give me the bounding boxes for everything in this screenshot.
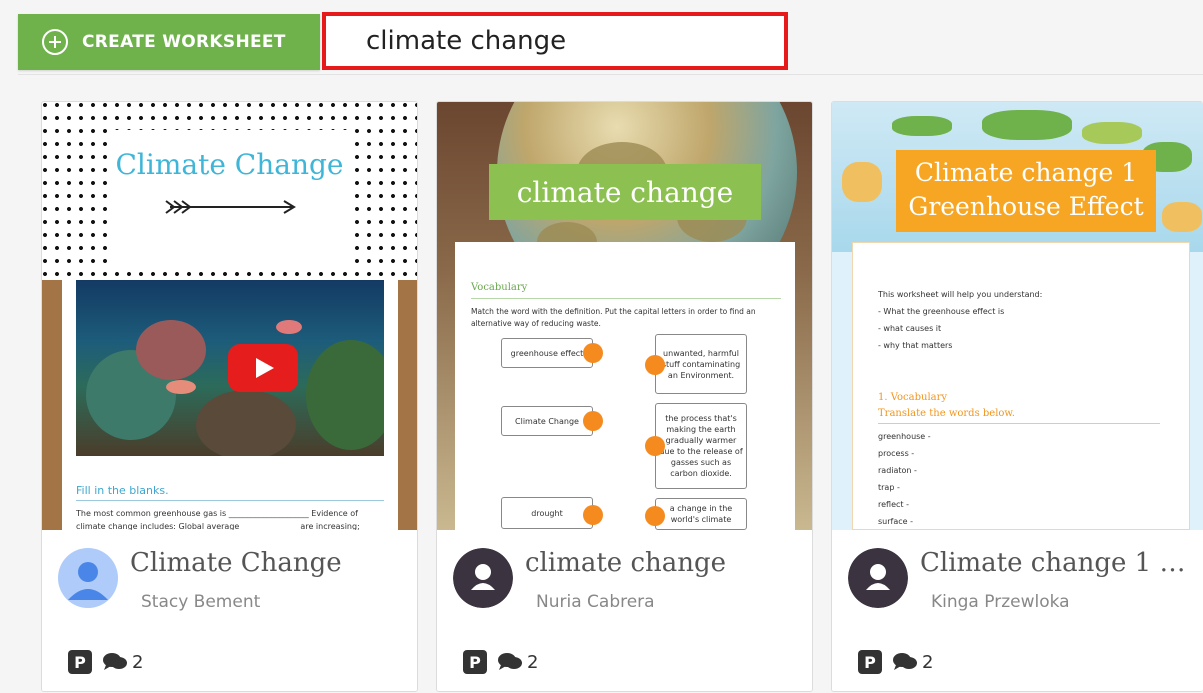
match-dot[interactable] xyxy=(583,343,603,363)
match-dot[interactable] xyxy=(645,355,665,375)
comment-count: 2 xyxy=(527,651,539,673)
definition-box[interactable]: unwanted, harmful stuff contaminating an… xyxy=(655,334,747,394)
definition-box[interactable]: a change in the world's climate xyxy=(655,498,747,530)
card-footer: Climate change 1 Gr... Kinga Przewloka P… xyxy=(832,530,1203,691)
instruction-text: Match the word with the definition. Put … xyxy=(471,307,756,328)
match-dot[interactable] xyxy=(645,436,665,456)
match-dot[interactable] xyxy=(645,506,665,526)
comments-icon[interactable]: 2 xyxy=(102,652,143,673)
plus-circle-icon xyxy=(42,29,68,55)
divider xyxy=(76,500,384,501)
section-heading: 1. Vocabulary Translate the words below. xyxy=(878,392,1015,419)
comments-icon[interactable]: 2 xyxy=(892,652,933,673)
worksheet-thumbnail[interactable]: climate change Vocabulary Match the word… xyxy=(437,102,812,530)
word-list: greenhouse - process - radiaton - trap -… xyxy=(878,432,931,526)
section-heading: Vocabulary xyxy=(471,282,528,293)
worksheet-card[interactable]: climate change Vocabulary Match the word… xyxy=(436,101,813,692)
create-worksheet-button[interactable]: CREATE WORKSHEET xyxy=(18,14,320,70)
definition-box[interactable]: the process that's making the earth grad… xyxy=(655,403,747,489)
card-meta: P 2 xyxy=(68,650,143,674)
worksheet-text: The most common greenhouse gas is ______… xyxy=(76,509,360,530)
create-worksheet-label: CREATE WORKSHEET xyxy=(82,32,286,52)
toolbar-divider xyxy=(18,74,1203,75)
comment-count: 2 xyxy=(922,651,934,673)
card-footer: Climate Change Stacy Bement P 2 xyxy=(42,530,417,691)
word-box[interactable]: Climate Change xyxy=(501,406,593,436)
card-footer: climate change Nuria Cabrera P 2 xyxy=(437,530,812,691)
worksheet-card[interactable]: Climate change 1 Greenhouse Effect This … xyxy=(831,101,1203,692)
card-title[interactable]: Climate Change xyxy=(130,548,412,578)
divider xyxy=(471,298,781,299)
comments-icon[interactable]: 2 xyxy=(497,652,538,673)
worksheet-card[interactable]: Climate Change Fill in the blanks. The m… xyxy=(41,101,418,692)
card-meta: P 2 xyxy=(858,650,933,674)
thumbnail-banner: Climate change 1 Greenhouse Effect xyxy=(896,150,1156,232)
arrow-icon xyxy=(165,200,296,214)
pinterest-icon[interactable]: P xyxy=(463,650,487,674)
thumbnail-banner: climate change xyxy=(489,164,761,220)
play-icon[interactable] xyxy=(228,344,298,392)
comment-count: 2 xyxy=(132,651,144,673)
worksheet-thumbnail[interactable]: Climate change 1 Greenhouse Effect This … xyxy=(832,102,1203,530)
user-avatar-icon[interactable] xyxy=(58,548,118,608)
word-box[interactable]: drought xyxy=(501,497,593,529)
divider xyxy=(878,423,1160,424)
pinterest-icon[interactable]: P xyxy=(858,650,882,674)
card-meta: P 2 xyxy=(463,650,538,674)
card-title[interactable]: climate change xyxy=(525,548,807,578)
pinterest-icon[interactable]: P xyxy=(68,650,92,674)
match-dot[interactable] xyxy=(583,505,603,525)
worksheet-thumbnail[interactable]: Climate Change Fill in the blanks. The m… xyxy=(42,102,417,530)
match-dot[interactable] xyxy=(583,411,603,431)
section-heading: Fill in the blanks. xyxy=(76,484,169,497)
search-input[interactable] xyxy=(326,16,784,66)
card-author[interactable]: Stacy Bement xyxy=(141,592,260,612)
card-author[interactable]: Nuria Cabrera xyxy=(536,592,655,612)
word-box[interactable]: greenhouse effect xyxy=(501,338,593,368)
page: CREATE WORKSHEET Climate Change xyxy=(0,0,1203,693)
intro-text: This worksheet will help you understand:… xyxy=(878,290,1043,350)
thumbnail-title: Climate Change xyxy=(115,148,344,181)
card-title[interactable]: Climate change 1 Gr... xyxy=(920,548,1202,578)
card-author[interactable]: Kinga Przewloka xyxy=(931,592,1070,612)
toolbar: CREATE WORKSHEET xyxy=(18,12,1203,70)
search-box xyxy=(322,12,788,70)
user-silhouette-icon[interactable] xyxy=(453,548,513,608)
user-silhouette-icon[interactable] xyxy=(848,548,908,608)
embedded-video[interactable] xyxy=(76,280,384,456)
